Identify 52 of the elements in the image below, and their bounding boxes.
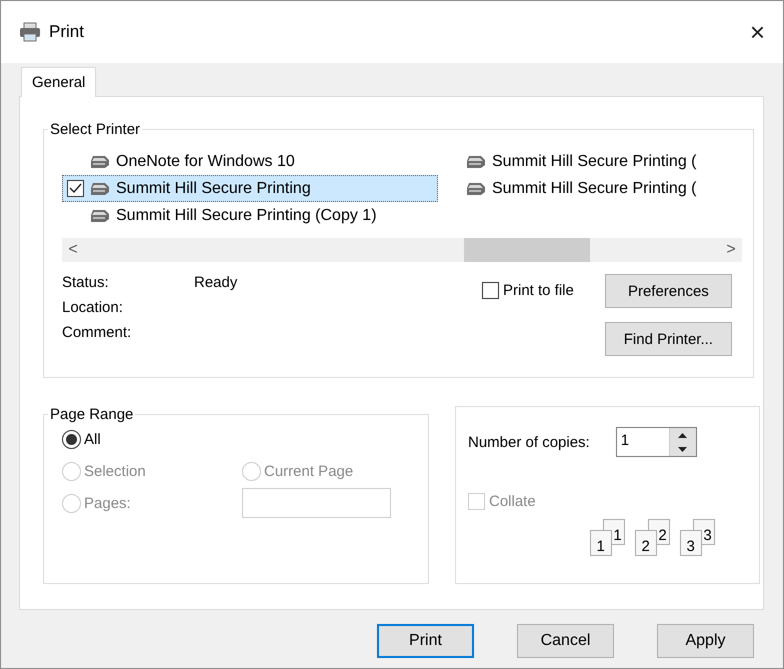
tab[interactable]: General (21, 67, 96, 97)
info-label: Status: (62, 274, 110, 291)
group-title: Select Printer (49, 121, 142, 138)
scroll-thumb[interactable] (464, 238, 590, 262)
checkbox-label: Print to file (503, 282, 574, 298)
printer-icon (89, 208, 111, 222)
dialog-button[interactable]: Preferences (604, 274, 732, 308)
window-title: Print (49, 22, 85, 42)
printer-item[interactable]: Summit Hill Secure Printing (62, 175, 438, 202)
scroll-right-button[interactable]: > (720, 241, 742, 259)
info-label: Location: (62, 299, 124, 316)
radio-label: Selection (84, 462, 146, 480)
printer-item[interactable]: Summit Hill Secure Printing ( (438, 148, 718, 175)
page-sheet: 2 (634, 530, 657, 556)
page-sheet: 1 (590, 530, 612, 556)
printer-item[interactable]: Summit Hill Secure Printing (Copy 1) (62, 202, 438, 229)
up-arrow-icon (678, 432, 688, 438)
page-sheet: 3 (680, 530, 702, 556)
copies-value: 1 (620, 431, 630, 451)
horizontal-scrollbar[interactable]: < > (62, 238, 742, 262)
radio-label: All (84, 430, 101, 448)
check-icon (69, 183, 82, 194)
printer-icon (465, 154, 487, 168)
printer-name: Summit Hill Secure Printing ( (492, 152, 696, 170)
radio-button[interactable] (62, 430, 81, 448)
radio-label: Current Page (264, 462, 354, 480)
checkbox-label: Collate (489, 493, 536, 510)
radio-label: Pages: (84, 494, 131, 512)
printer-name: Summit Hill Secure Printing (116, 180, 311, 198)
printer-name: Summit Hill Secure Printing (Copy 1) (116, 206, 377, 224)
dialog-button[interactable]: Cancel (517, 624, 614, 658)
dialog-button[interactable]: Find Printer... (604, 322, 732, 356)
printer-icon (465, 182, 487, 196)
down-arrow-icon (678, 446, 688, 452)
checkbox[interactable] (482, 282, 499, 298)
info-value: Ready (194, 274, 238, 291)
group-title: Page Range (49, 406, 134, 423)
checkbox[interactable] (67, 180, 84, 197)
copies-spinner[interactable]: 1 (616, 427, 697, 457)
printer-icon (89, 182, 111, 196)
close-button[interactable]: × (746, 16, 769, 48)
dialog-button[interactable]: Print (377, 624, 474, 658)
dialog-button[interactable]: Apply (657, 624, 754, 658)
printer-item[interactable]: OneNote for Windows 10 (62, 148, 438, 175)
printer-icon (19, 22, 41, 42)
printer-name: OneNote for Windows 10 (116, 152, 295, 170)
scroll-left-button[interactable]: < (62, 241, 84, 259)
printer-icon (89, 154, 111, 168)
printer-name: Summit Hill Secure Printing ( (492, 180, 696, 198)
copies-label: Number of copies: (468, 434, 590, 450)
info-label: Comment: (62, 324, 132, 341)
printer-item[interactable]: Summit Hill Secure Printing ( (438, 175, 718, 202)
